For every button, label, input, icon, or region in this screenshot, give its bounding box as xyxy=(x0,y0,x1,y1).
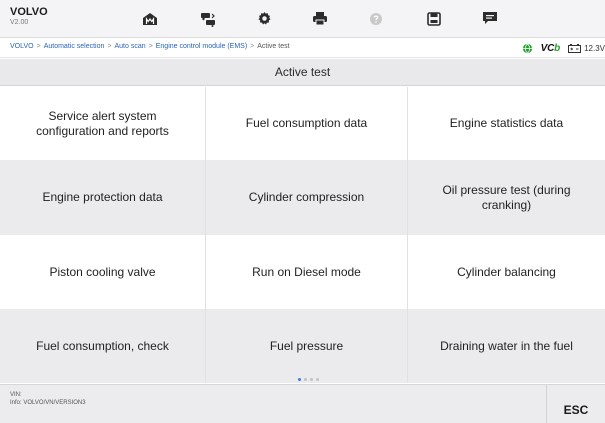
test-item-engine-protection-data[interactable]: Engine protection data xyxy=(0,160,206,235)
page-dot[interactable] xyxy=(310,378,313,381)
test-item-oil-pressure-test[interactable]: Oil pressure test (during cranking) xyxy=(408,160,605,235)
print-button[interactable] xyxy=(292,0,348,37)
save-icon xyxy=(427,11,441,26)
breadcrumb: VOLVO > Automatic selection > Auto scan > Engi… xyxy=(10,43,290,50)
connection-status: VCb 12.3V xyxy=(522,41,605,55)
home-icon xyxy=(143,12,157,25)
test-item-run-on-diesel-mode[interactable]: Run on Diesel mode xyxy=(206,235,408,309)
breadcrumb-separator: > xyxy=(250,43,255,50)
settings-gear-icon xyxy=(257,11,271,25)
vci-label-suffix: b xyxy=(554,42,561,54)
section-header: Active test xyxy=(0,59,605,86)
battery-voltage: 12.3V xyxy=(568,43,605,53)
vci-label: VC xyxy=(540,42,555,54)
test-item-draining-water-in-fuel[interactable]: Draining water in the fuel xyxy=(408,309,605,383)
vehicle-swap-button[interactable] xyxy=(180,0,236,37)
test-item-fuel-consumption-data[interactable]: Fuel consumption data xyxy=(206,87,408,160)
test-item-piston-cooling-valve[interactable]: Piston cooling valve xyxy=(0,235,206,309)
page-dot[interactable] xyxy=(304,378,307,381)
test-item-cylinder-compression[interactable]: Cylinder compression xyxy=(206,160,408,235)
active-test-grid: Service alert system configuration and r… xyxy=(0,87,605,383)
vin-label: VIN: xyxy=(10,392,22,398)
home-button[interactable] xyxy=(122,0,178,37)
brand-block: VOLVO V2.00 xyxy=(10,6,48,26)
test-item-fuel-pressure[interactable]: Fuel pressure xyxy=(206,309,408,383)
section-title: Active test xyxy=(274,65,331,79)
breadcrumb-separator: > xyxy=(36,43,41,50)
brand-version: V2.00 xyxy=(10,19,29,26)
settings-button[interactable] xyxy=(236,0,292,37)
test-item-cylinder-balancing[interactable]: Cylinder balancing xyxy=(408,235,605,309)
test-item-fuel-consumption-check[interactable]: Fuel consumption, check xyxy=(0,309,206,383)
help-button[interactable] xyxy=(348,0,404,37)
help-icon xyxy=(370,12,382,25)
test-item-service-alert-system[interactable]: Service alert system configuration and r… xyxy=(0,87,206,160)
breadcrumb-separator: > xyxy=(107,43,112,50)
bottom-bar: VIN: Info: VOLVO/VN/VERSION3 ESC xyxy=(0,384,605,423)
breadcrumb-bar: VOLVO > Automatic selection > Auto scan > Engi… xyxy=(0,38,605,58)
breadcrumb-separator: > xyxy=(148,43,153,50)
page-indicator xyxy=(298,378,319,381)
save-button[interactable] xyxy=(406,0,462,37)
page-dot[interactable] xyxy=(316,378,319,381)
brand-title: VOLVO xyxy=(10,6,48,18)
breadcrumb-item-ems[interactable]: Engine control module (EMS) xyxy=(156,43,247,50)
network-globe-icon xyxy=(522,43,532,53)
vehicle-info-text: Info: VOLVO/VN/VERSION3 xyxy=(10,400,86,406)
page-dot-active[interactable] xyxy=(298,378,301,381)
top-toolbar: VOLVO V2.00 xyxy=(0,0,605,38)
voltage-value: 12.3V xyxy=(584,43,605,53)
battery-icon xyxy=(568,43,582,53)
breadcrumb-item-automatic-selection[interactable]: Automatic selection xyxy=(44,43,105,50)
print-icon xyxy=(313,12,327,26)
vci-status: VCb xyxy=(540,42,561,54)
vehicle-info: VIN: Info: VOLVO/VN/VERSION3 xyxy=(10,391,86,407)
vehicle-swap-icon xyxy=(201,12,215,27)
test-item-engine-statistics-data[interactable]: Engine statistics data xyxy=(408,87,605,160)
message-icon xyxy=(483,12,497,24)
esc-button[interactable]: ESC xyxy=(546,385,605,423)
breadcrumb-item-make[interactable]: VOLVO xyxy=(10,43,34,50)
message-button[interactable] xyxy=(462,0,518,37)
breadcrumb-current: Active test xyxy=(257,43,290,50)
breadcrumb-item-auto-scan[interactable]: Auto scan xyxy=(115,43,146,50)
